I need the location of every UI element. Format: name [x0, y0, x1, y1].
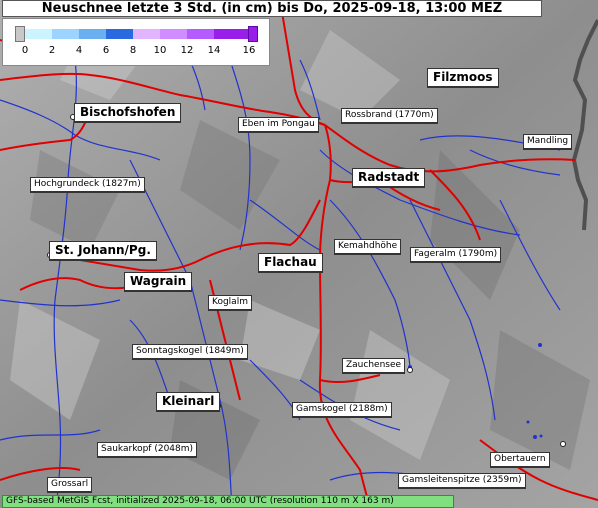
legend-tick: 4	[75, 45, 83, 56]
legend-tick: 2	[48, 45, 56, 56]
place-kleinarl: Kleinarl	[156, 392, 221, 412]
legend-seg-2-4	[52, 29, 79, 39]
place-grossarl: Grossarl	[47, 477, 93, 493]
place-gamskogel: Gamskogel (2188m)	[292, 402, 392, 418]
legend-seg-12-14	[187, 29, 214, 39]
place-fageralm: Fageralm (1790m)	[410, 247, 502, 263]
place-bischofshofen: Bischofshofen	[74, 103, 182, 123]
legend-tick: 12	[180, 45, 194, 56]
legend-tick: 14	[207, 45, 221, 56]
place-filzmoos: Filzmoos	[427, 68, 499, 88]
legend-tick: 8	[129, 45, 137, 56]
place-radstadt: Radstadt	[352, 168, 426, 188]
legend-seg-10-12	[160, 29, 187, 39]
legend-cap-low	[15, 26, 25, 42]
legend-seg-0-2	[25, 29, 52, 39]
legend-seg-6-8	[106, 29, 133, 39]
model-info-footer: GFS-based MetGIS Fcst, initialized 2025-…	[2, 495, 454, 508]
place-sonntagskogel: Sonntagskogel (1849m)	[132, 344, 248, 360]
legend-cap-high	[248, 26, 258, 42]
legend-seg-4-6	[79, 29, 106, 39]
legend-seg-14-16	[214, 29, 248, 39]
legend-seg-8-10	[133, 29, 160, 39]
place-zauchensee: Zauchensee	[342, 358, 406, 374]
place-wagrain: Wagrain	[124, 272, 193, 292]
place-rossbrand: Rossbrand (1770m)	[341, 108, 438, 124]
legend-tick: 0	[21, 45, 29, 56]
place-kemahdhoehe: Kemahdhöhe	[334, 239, 402, 255]
legend-tick: 6	[102, 45, 110, 56]
legend-tick: 10	[153, 45, 167, 56]
legend-tick: 16	[242, 45, 256, 56]
place-gamsleitenspitze: Gamsleitenspitze (2359m)	[398, 473, 526, 489]
forecast-map: Neuschnee letzte 3 Std. (in cm) bis Do, …	[0, 0, 598, 508]
place-obertauern: Obertauern	[490, 452, 550, 468]
place-eben-im-pongau: Eben im Pongau	[238, 117, 319, 133]
place-saukarkopf: Saukarkopf (2048m)	[97, 442, 198, 458]
place-hochgrundeck: Hochgrundeck (1827m)	[30, 177, 145, 193]
place-koglalm: Koglalm	[208, 295, 252, 311]
legend-color-bar	[15, 26, 260, 42]
place-st-johann: St. Johann/Pg.	[49, 241, 157, 261]
map-title: Neuschnee letzte 3 Std. (in cm) bis Do, …	[2, 0, 542, 17]
place-mandling: Mandling	[523, 134, 573, 150]
snow-legend: 0 2 4 6 8 10 12 14 16	[2, 18, 270, 66]
place-flachau: Flachau	[258, 253, 323, 273]
